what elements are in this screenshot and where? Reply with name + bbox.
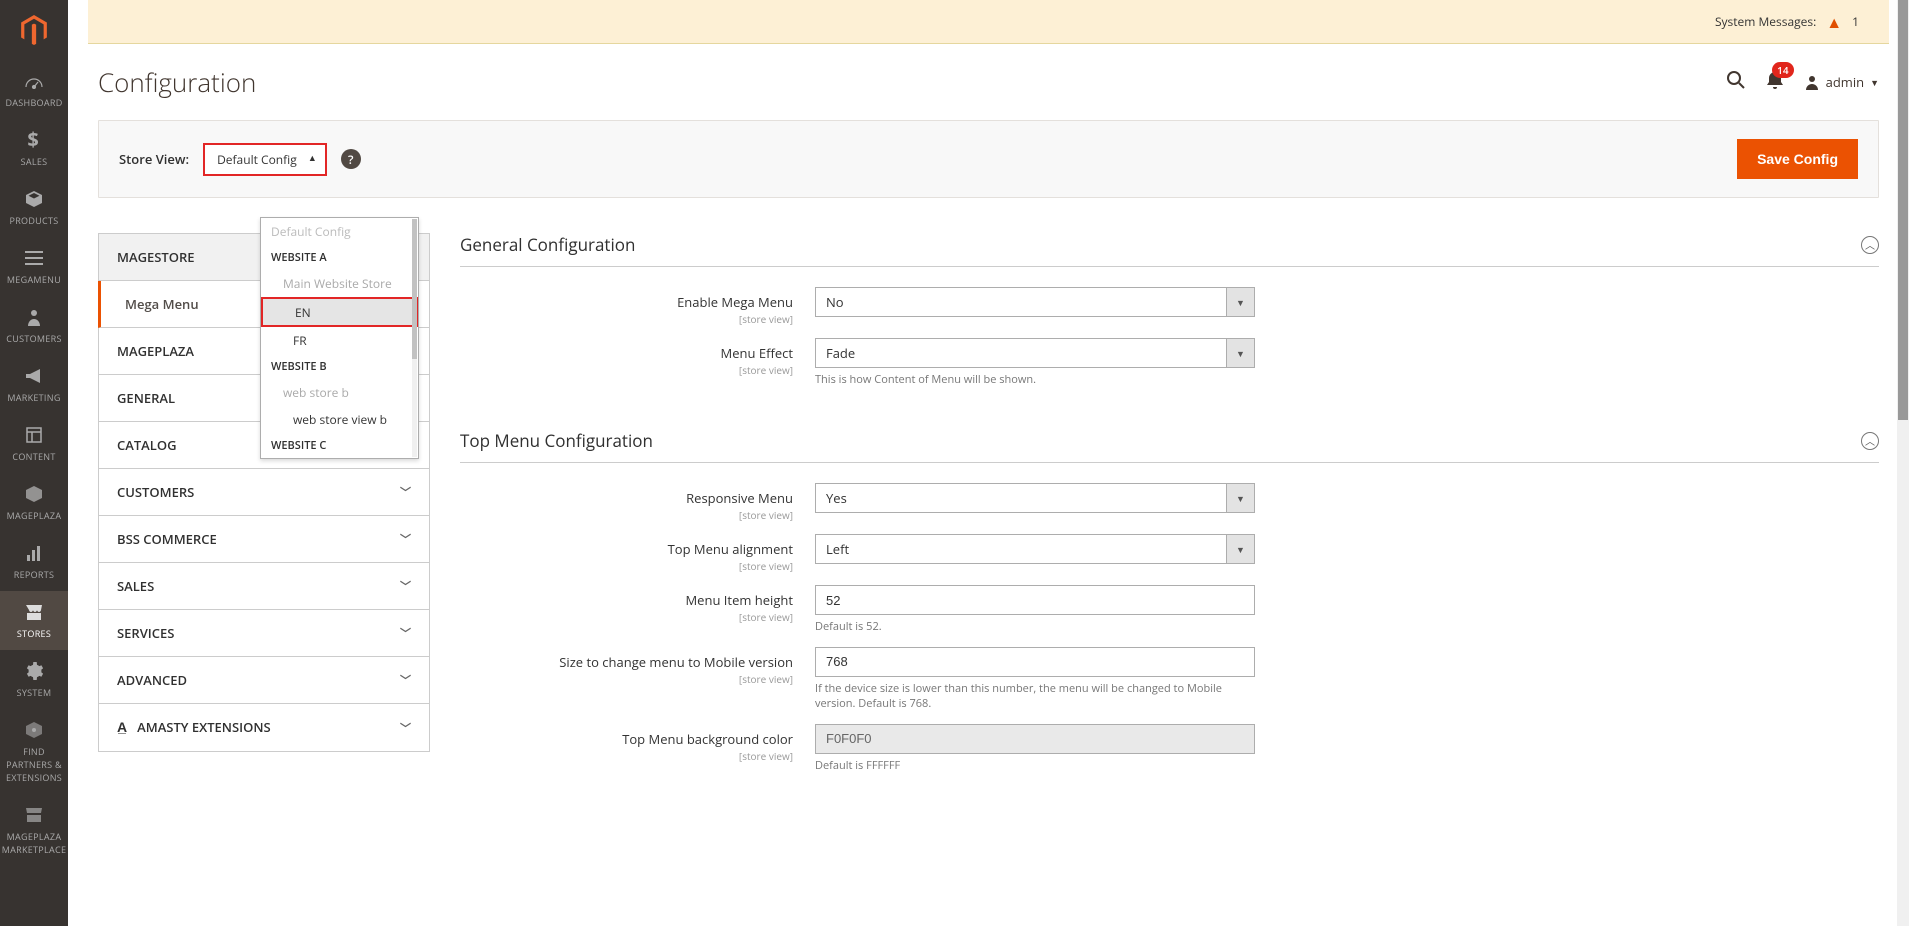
collapse-icon[interactable]: ︿: [1861, 236, 1879, 254]
user-menu[interactable]: admin ▼: [1804, 73, 1879, 91]
chevron-down-icon: ▼: [1226, 288, 1254, 316]
store-scope-bar: Store View: Default Config ? Save Config: [98, 120, 1879, 198]
field-responsive-menu: Responsive Menu[store view] Yes▼: [460, 483, 1879, 522]
sidebar-system[interactable]: SYSTEM: [0, 650, 68, 709]
chevron-down-icon: ﹀: [400, 484, 411, 500]
page-scrollbar[interactable]: [1897, 0, 1909, 926]
effect-help: This is how Content of Menu will be show…: [815, 372, 1255, 387]
sidebar-megamenu[interactable]: MEGAMENU: [0, 237, 68, 296]
sidebar-marketing[interactable]: MARKETING: [0, 355, 68, 414]
notifications-badge: 14: [1772, 62, 1793, 78]
field-mobile-size: Size to change menu to Mobile version[st…: [460, 647, 1879, 712]
store-scope-dropdown: Default Config WEBSITE A Main Website St…: [260, 217, 419, 459]
sidebar-partners[interactable]: FIND PARTNERS & EXTENSIONS: [0, 709, 68, 794]
sidebar-mageplaza[interactable]: MAGEPLAZA: [0, 473, 68, 532]
field-top-menu-alignment: Top Menu alignment[store view] Left▼: [460, 534, 1879, 573]
tab-services[interactable]: SERVICES﹀: [98, 610, 430, 657]
menu-icon: [25, 247, 43, 269]
header-tools: 14 admin ▼: [1726, 70, 1879, 94]
search-icon[interactable]: [1726, 70, 1746, 94]
field-enable-megamenu: Enable Mega Menu[store view] No▼: [460, 287, 1879, 326]
scope-webstore-view-b[interactable]: web store view b: [261, 406, 418, 433]
config-fields: General Configuration ︿ Enable Mega Menu…: [460, 233, 1879, 785]
tab-amasty[interactable]: A̲AMASTY EXTENSIONS﹀: [98, 704, 430, 752]
layout-icon: [26, 424, 42, 446]
sidebar-products[interactable]: PRODUCTS: [0, 178, 68, 237]
scope-website-a[interactable]: WEBSITE A: [261, 245, 418, 270]
warning-icon: ▲: [1826, 11, 1842, 33]
partners-icon: [25, 719, 43, 741]
main-content: System Messages: ▲ 1 Configuration 14 ad…: [68, 0, 1909, 926]
save-config-button[interactable]: Save Config: [1737, 139, 1858, 179]
sidebar-stores[interactable]: STORES: [0, 591, 68, 650]
marketplace-icon: [25, 804, 43, 826]
amasty-icon: A̲: [117, 718, 127, 737]
magento-logo[interactable]: [0, 0, 68, 60]
alignment-select[interactable]: Left▼: [815, 534, 1255, 564]
store-view-label: Store View:: [119, 150, 189, 168]
page-title: Configuration: [98, 64, 256, 100]
page-header: Configuration 14 admin ▼: [68, 44, 1909, 110]
sidebar-reports[interactable]: REPORTS: [0, 532, 68, 591]
bg-help: Default is FFFFFF: [815, 758, 1255, 773]
chart-icon: [26, 542, 42, 564]
field-menu-effect: Menu Effect[store view] Fade▼ This is ho…: [460, 338, 1879, 387]
chevron-down-icon: ▼: [1226, 484, 1254, 512]
mobile-size-input[interactable]: [815, 647, 1255, 677]
section-top-menu-config: Top Menu Configuration ︿: [460, 429, 1879, 463]
svg-text:$: $: [27, 130, 38, 150]
tab-bss[interactable]: BSS COMMERCE﹀: [98, 516, 430, 563]
menu-height-input[interactable]: [815, 585, 1255, 615]
person-icon: [27, 306, 41, 328]
chevron-down-icon: ▼: [1226, 339, 1254, 367]
notifications-button[interactable]: 14: [1766, 70, 1784, 94]
system-messages-count: 1: [1852, 13, 1859, 30]
dropdown-scrollbar[interactable]: [412, 219, 417, 457]
chevron-down-icon: ﹀: [400, 531, 411, 547]
chevron-down-icon: ﹀: [400, 720, 411, 736]
sidebar-dashboard[interactable]: DASHBOARD: [0, 60, 68, 119]
scope-website-c[interactable]: WEBSITE C: [261, 433, 418, 458]
sidebar-customers[interactable]: CUSTOMERS: [0, 296, 68, 355]
collapse-icon[interactable]: ︿: [1861, 432, 1879, 450]
field-menu-item-height: Menu Item height[store view] Default is …: [460, 585, 1879, 634]
megaphone-icon: [25, 365, 43, 387]
tab-sales[interactable]: SALES﹀: [98, 563, 430, 610]
system-messages-label: System Messages:: [1715, 13, 1816, 30]
gauge-icon: [24, 70, 44, 92]
box-icon: [25, 188, 43, 210]
sidebar-sales[interactable]: $SALES: [0, 119, 68, 178]
scope-en[interactable]: EN: [261, 297, 418, 327]
height-help: Default is 52.: [815, 619, 1255, 634]
store-view-select[interactable]: Default Config: [203, 143, 327, 176]
sidebar-content[interactable]: CONTENT: [0, 414, 68, 473]
system-messages-bar[interactable]: System Messages: ▲ 1: [88, 0, 1889, 44]
chevron-down-icon: ﹀: [400, 625, 411, 641]
responsive-menu-select[interactable]: Yes▼: [815, 483, 1255, 513]
admin-sidebar: DASHBOARD $SALES PRODUCTS MEGAMENU CUSTO…: [0, 0, 68, 926]
store-icon: [25, 601, 43, 623]
menu-effect-select[interactable]: Fade▼: [815, 338, 1255, 368]
gear-icon: [25, 660, 43, 682]
field-bg-color: Top Menu background color[store view] De…: [460, 724, 1879, 773]
package-icon: [25, 483, 43, 505]
tab-advanced[interactable]: ADVANCED﹀: [98, 657, 430, 704]
mobile-help: If the device size is lower than this nu…: [815, 681, 1255, 712]
scope-main-store: Main Website Store: [261, 270, 418, 297]
scope-fr[interactable]: FR: [261, 327, 418, 354]
bg-color-input[interactable]: [815, 724, 1255, 754]
chevron-down-icon: ▼: [1226, 535, 1254, 563]
scope-default[interactable]: Default Config: [261, 218, 418, 245]
tab-customers[interactable]: CUSTOMERS﹀: [98, 469, 430, 516]
chevron-down-icon: ▼: [1870, 76, 1879, 89]
scope-website-b[interactable]: WEBSITE B: [261, 354, 418, 379]
help-icon[interactable]: ?: [341, 149, 361, 169]
chevron-down-icon: ﹀: [400, 672, 411, 688]
section-general-config: General Configuration ︿: [460, 233, 1879, 267]
enable-megamenu-select[interactable]: No▼: [815, 287, 1255, 317]
sidebar-mageplaza-mkt[interactable]: MAGEPLAZA MARKETPLACE: [0, 794, 68, 866]
scope-webstore-b: web store b: [261, 379, 418, 406]
dollar-icon: $: [27, 129, 41, 151]
chevron-down-icon: ﹀: [400, 578, 411, 594]
